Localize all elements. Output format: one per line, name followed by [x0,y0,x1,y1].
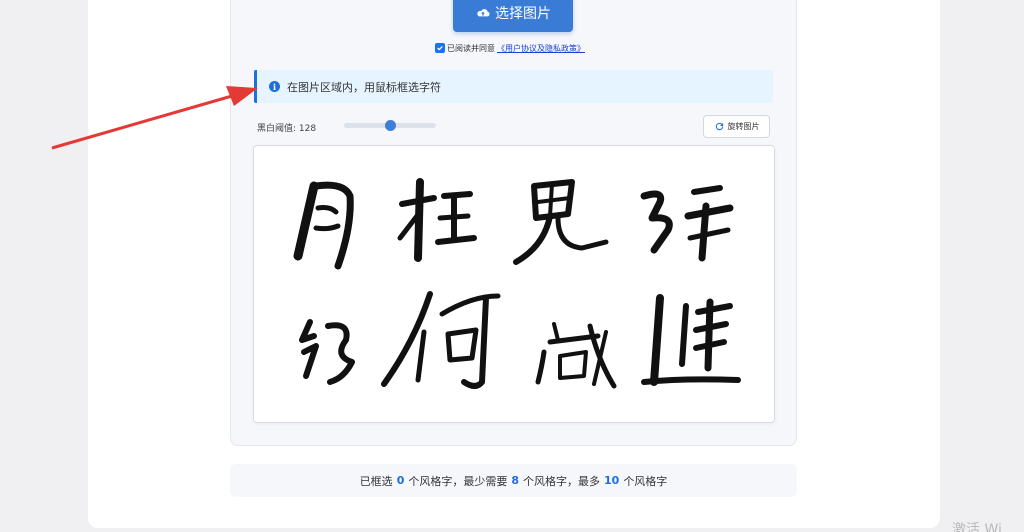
select-image-button[interactable]: 选择图片 [453,0,573,32]
calligraphy-image [293,178,741,389]
cloud-upload-icon [477,9,490,17]
agreement-row: 已阅读并同意 《用户协议及隐私政策》 [435,41,585,55]
os-activation-watermark: 激活 Wi [952,522,1002,532]
threshold-label: 黑白阈值: 128 [257,124,317,134]
agree-checkbox[interactable] [435,43,445,53]
threshold-slider[interactable] [344,120,436,131]
max-count: 10 [604,474,620,487]
status-text-1: 已框选 [359,474,393,488]
slider-track-fill [344,123,391,128]
status-text-4: 个风格字 [623,474,668,488]
info-alert: i 在图片区域内，用鼠标框选字符 [254,70,773,103]
check-icon [437,45,443,51]
rotate-image-button[interactable]: 旋转图片 [703,115,770,138]
rotate-label: 旋转图片 [727,122,760,131]
agreement-link[interactable]: 《用户协议及隐私政策》 [497,43,585,54]
agree-text: 已阅读并同意 [447,43,495,53]
info-icon: i [269,81,280,92]
image-selection-area[interactable] [253,145,775,423]
selected-count: 0 [396,474,405,487]
select-image-label: 选择图片 [495,6,551,22]
selection-status-bar: 已框选 0 个风格字，最少需要 8 个风格字，最多 10 个风格字 [230,464,797,497]
rotate-icon [715,122,723,131]
status-text-2: 个风格字，最少需要 [408,474,508,488]
status-text-3: 个风格字，最多 [523,474,600,488]
min-count: 8 [511,474,519,487]
info-text: 在图片区域内，用鼠标框选字符 [287,80,441,94]
